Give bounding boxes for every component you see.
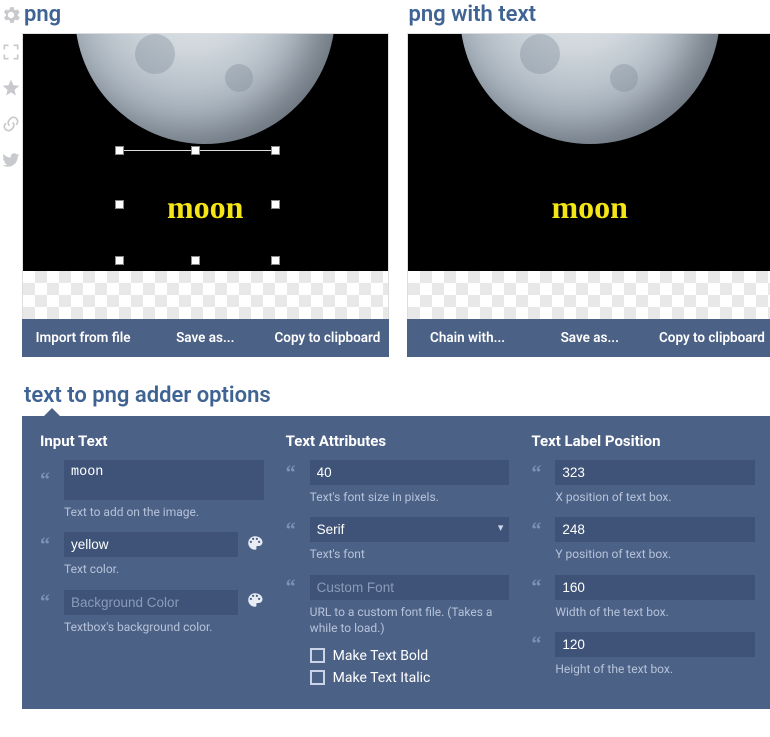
italic-label: Make Text Italic xyxy=(333,670,431,686)
star-icon[interactable] xyxy=(1,78,21,102)
font-desc: Text's font xyxy=(310,546,510,562)
input-text-field[interactable]: moon xyxy=(64,460,264,500)
palette-icon[interactable] xyxy=(246,591,264,613)
quote-icon: “ xyxy=(286,577,302,597)
italic-checkbox[interactable] xyxy=(310,670,325,685)
x-position-desc: X position of text box. xyxy=(555,489,755,505)
options-panel: Input Text “ moon Text to add on the ima… xyxy=(22,416,770,709)
bg-color-field[interactable] xyxy=(64,590,238,615)
custom-font-field[interactable] xyxy=(310,575,510,600)
bg-color-desc: Textbox's background color. xyxy=(64,619,264,635)
quote-icon: “ xyxy=(531,520,547,540)
quote-icon: “ xyxy=(531,463,547,483)
fullscreen-icon[interactable] xyxy=(1,42,21,66)
options-title: text to png adder options xyxy=(24,383,770,408)
save-as-button[interactable]: Save as... xyxy=(144,319,266,357)
font-size-field[interactable] xyxy=(310,460,510,485)
twitter-icon[interactable] xyxy=(1,150,21,174)
palette-icon[interactable] xyxy=(246,534,264,556)
side-tool-rail xyxy=(0,0,22,709)
panel-source-title: png xyxy=(24,2,389,27)
y-position-field[interactable] xyxy=(555,517,755,542)
col-title-attributes: Text Attributes xyxy=(286,432,510,450)
height-desc: Height of the text box. xyxy=(555,661,755,677)
col-title-position: Text Label Position xyxy=(531,432,755,450)
width-desc: Width of the text box. xyxy=(555,604,755,620)
quote-icon: “ xyxy=(286,463,302,483)
link-icon[interactable] xyxy=(1,114,21,138)
result-text-overlay: moon xyxy=(552,189,628,226)
transparency-checker xyxy=(22,271,389,319)
panel-source: png moon xyxy=(22,0,389,357)
panel-result-title: png with text xyxy=(409,2,770,27)
source-canvas[interactable]: moon xyxy=(22,33,389,271)
import-from-file-button[interactable]: Import from file xyxy=(22,319,144,357)
col-title-input-text: Input Text xyxy=(40,432,264,450)
options-col-label-position: Text Label Position “ X position of text… xyxy=(531,432,755,689)
result-action-bar: Chain with... Save as... Copy to clipboa… xyxy=(407,319,770,357)
options-col-input-text: Input Text “ moon Text to add on the ima… xyxy=(40,432,264,689)
bold-label: Make Text Bold xyxy=(333,648,429,664)
x-position-field[interactable] xyxy=(555,460,755,485)
copy-to-clipboard-button[interactable]: Copy to clipboard xyxy=(266,319,388,357)
quote-icon: “ xyxy=(40,470,56,490)
gear-icon[interactable] xyxy=(0,4,22,30)
custom-font-desc: URL to a custom font file. (Takes a whil… xyxy=(310,604,510,636)
quote-icon: “ xyxy=(40,592,56,612)
text-color-field[interactable] xyxy=(64,532,238,557)
y-position-desc: Y position of text box. xyxy=(555,546,755,562)
quote-icon: “ xyxy=(531,577,547,597)
input-text-desc: Text to add on the image. xyxy=(64,504,264,520)
options-col-text-attributes: Text Attributes “ Text's font size in pi… xyxy=(286,432,510,689)
result-canvas: moon xyxy=(407,33,770,271)
bold-checkbox[interactable] xyxy=(310,648,325,663)
font-size-desc: Text's font size in pixels. xyxy=(310,489,510,505)
quote-icon: “ xyxy=(40,535,56,555)
moon-image xyxy=(460,33,720,144)
quote-icon: “ xyxy=(531,634,547,654)
save-as-button[interactable]: Save as... xyxy=(529,319,651,357)
width-field[interactable] xyxy=(555,575,755,600)
transparency-checker xyxy=(407,271,770,319)
height-field[interactable] xyxy=(555,632,755,657)
quote-icon: “ xyxy=(286,520,302,540)
selection-handles[interactable] xyxy=(23,34,388,271)
source-action-bar: Import from file Save as... Copy to clip… xyxy=(22,319,389,357)
panel-result: png with text moon Chain with... Save as… xyxy=(407,0,770,357)
copy-to-clipboard-button[interactable]: Copy to clipboard xyxy=(651,319,770,357)
chain-with-button[interactable]: Chain with... xyxy=(407,319,529,357)
text-color-desc: Text color. xyxy=(64,561,264,577)
font-select[interactable]: Serif xyxy=(310,517,510,542)
